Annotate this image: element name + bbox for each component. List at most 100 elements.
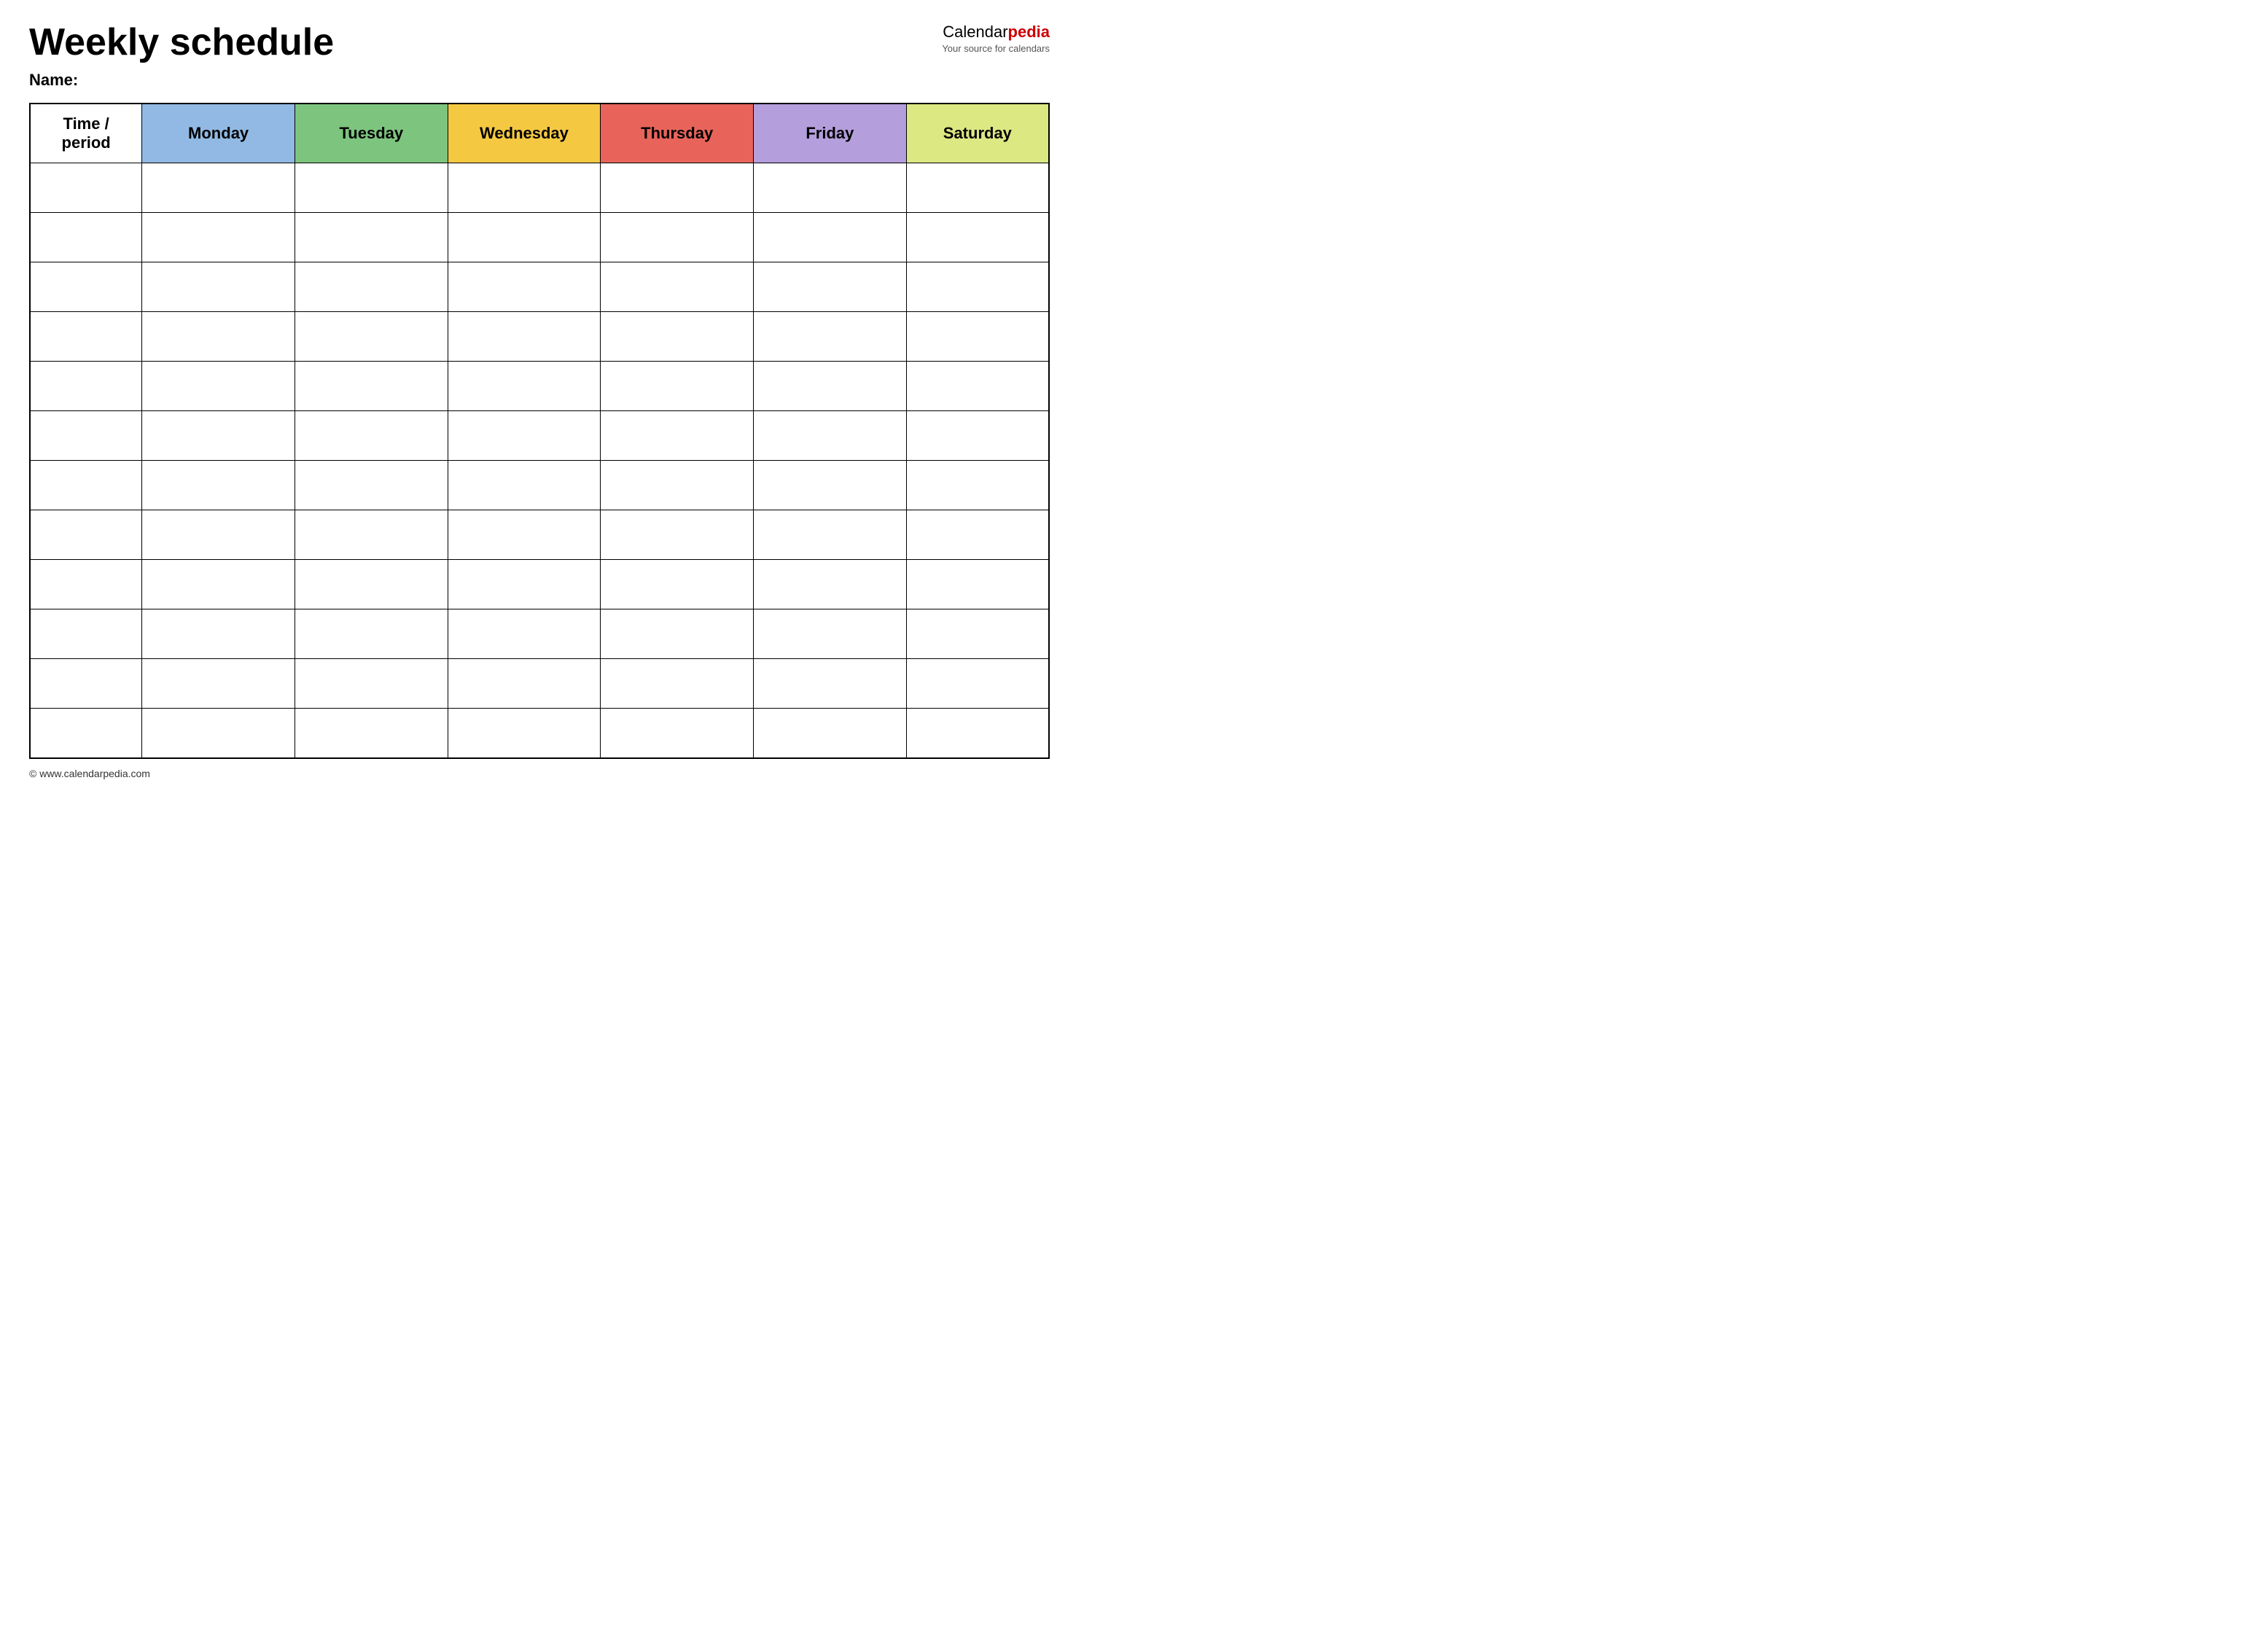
logo-text: Calendarpedia: [942, 22, 1050, 43]
time-cell[interactable]: [30, 262, 142, 312]
schedule-cell[interactable]: [906, 262, 1049, 312]
schedule-cell[interactable]: [448, 262, 601, 312]
schedule-cell[interactable]: [601, 510, 754, 560]
time-cell[interactable]: [30, 312, 142, 362]
time-cell[interactable]: [30, 213, 142, 262]
schedule-cell[interactable]: [142, 609, 295, 659]
schedule-cell[interactable]: [142, 362, 295, 411]
page-container: Weekly schedule Calendarpedia Your sourc…: [29, 22, 1050, 779]
schedule-cell[interactable]: [295, 560, 448, 609]
schedule-cell[interactable]: [906, 362, 1049, 411]
time-cell[interactable]: [30, 461, 142, 510]
schedule-cell[interactable]: [754, 510, 907, 560]
logo-tagline: Your source for calendars: [942, 43, 1050, 55]
schedule-cell[interactable]: [142, 411, 295, 461]
schedule-cell[interactable]: [295, 510, 448, 560]
schedule-cell[interactable]: [754, 461, 907, 510]
schedule-cell[interactable]: [601, 461, 754, 510]
schedule-cell[interactable]: [754, 312, 907, 362]
schedule-cell[interactable]: [448, 461, 601, 510]
schedule-cell[interactable]: [142, 163, 295, 213]
schedule-cell[interactable]: [448, 709, 601, 758]
schedule-cell[interactable]: [754, 609, 907, 659]
footer-url: © www.calendarpedia.com: [29, 768, 150, 779]
schedule-cell[interactable]: [142, 659, 295, 709]
time-cell[interactable]: [30, 560, 142, 609]
table-row: [30, 659, 1049, 709]
schedule-cell[interactable]: [295, 461, 448, 510]
schedule-cell[interactable]: [906, 709, 1049, 758]
schedule-cell[interactable]: [295, 213, 448, 262]
schedule-cell[interactable]: [754, 709, 907, 758]
schedule-cell[interactable]: [448, 510, 601, 560]
schedule-cell[interactable]: [906, 659, 1049, 709]
schedule-cell[interactable]: [295, 362, 448, 411]
schedule-cell[interactable]: [906, 560, 1049, 609]
schedule-cell[interactable]: [754, 362, 907, 411]
time-cell[interactable]: [30, 609, 142, 659]
schedule-cell[interactable]: [448, 609, 601, 659]
schedule-cell[interactable]: [601, 609, 754, 659]
schedule-cell[interactable]: [295, 411, 448, 461]
schedule-cell[interactable]: [906, 213, 1049, 262]
schedule-cell[interactable]: [142, 709, 295, 758]
schedule-cell[interactable]: [295, 709, 448, 758]
schedule-cell[interactable]: [601, 262, 754, 312]
footer: © www.calendarpedia.com: [29, 768, 1050, 779]
schedule-cell[interactable]: [906, 163, 1049, 213]
col-header-tuesday: Tuesday: [295, 104, 448, 163]
schedule-cell[interactable]: [448, 560, 601, 609]
col-header-thursday: Thursday: [601, 104, 754, 163]
schedule-cell[interactable]: [601, 709, 754, 758]
schedule-cell[interactable]: [754, 163, 907, 213]
schedule-cell[interactable]: [142, 262, 295, 312]
schedule-cell[interactable]: [601, 362, 754, 411]
schedule-cell[interactable]: [754, 659, 907, 709]
name-label: Name:: [29, 71, 1050, 90]
table-row: [30, 362, 1049, 411]
time-cell[interactable]: [30, 659, 142, 709]
schedule-cell[interactable]: [754, 262, 907, 312]
time-cell[interactable]: [30, 362, 142, 411]
schedule-cell[interactable]: [448, 312, 601, 362]
schedule-cell[interactable]: [142, 312, 295, 362]
schedule-cell[interactable]: [295, 659, 448, 709]
col-header-friday: Friday: [754, 104, 907, 163]
schedule-cell[interactable]: [601, 411, 754, 461]
schedule-cell[interactable]: [906, 312, 1049, 362]
schedule-cell[interactable]: [142, 510, 295, 560]
schedule-cell[interactable]: [448, 411, 601, 461]
schedule-cell[interactable]: [906, 609, 1049, 659]
schedule-cell[interactable]: [601, 213, 754, 262]
time-cell[interactable]: [30, 411, 142, 461]
header-section: Weekly schedule Calendarpedia Your sourc…: [29, 22, 1050, 63]
schedule-cell[interactable]: [295, 163, 448, 213]
schedule-cell[interactable]: [295, 609, 448, 659]
schedule-cell[interactable]: [142, 213, 295, 262]
schedule-cell[interactable]: [601, 163, 754, 213]
schedule-cell[interactable]: [754, 560, 907, 609]
schedule-cell[interactable]: [906, 461, 1049, 510]
schedule-cell[interactable]: [448, 163, 601, 213]
schedule-cell[interactable]: [448, 213, 601, 262]
schedule-cell[interactable]: [448, 362, 601, 411]
schedule-cell[interactable]: [906, 510, 1049, 560]
page-title: Weekly schedule: [29, 22, 334, 63]
schedule-cell[interactable]: [142, 461, 295, 510]
schedule-cell[interactable]: [448, 659, 601, 709]
time-cell[interactable]: [30, 709, 142, 758]
schedule-cell[interactable]: [295, 262, 448, 312]
schedule-cell[interactable]: [601, 560, 754, 609]
time-cell[interactable]: [30, 163, 142, 213]
schedule-cell[interactable]: [142, 560, 295, 609]
schedule-cell[interactable]: [295, 312, 448, 362]
schedule-cell[interactable]: [906, 411, 1049, 461]
col-header-saturday: Saturday: [906, 104, 1049, 163]
schedule-cell[interactable]: [754, 411, 907, 461]
schedule-cell[interactable]: [601, 659, 754, 709]
logo-area: Calendarpedia Your source for calendars: [942, 22, 1050, 55]
col-header-time: Time / period: [30, 104, 142, 163]
schedule-cell[interactable]: [601, 312, 754, 362]
time-cell[interactable]: [30, 510, 142, 560]
schedule-cell[interactable]: [754, 213, 907, 262]
